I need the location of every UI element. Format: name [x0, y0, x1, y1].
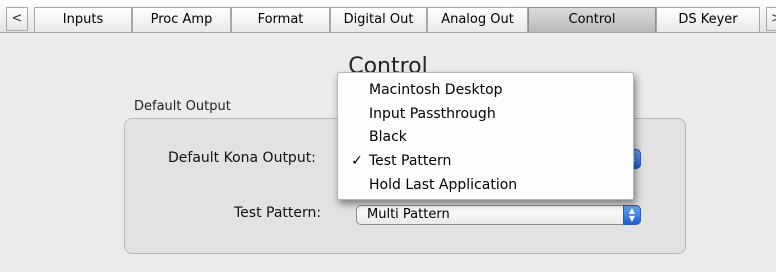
tab-analog-out[interactable]: Analog Out: [427, 7, 528, 32]
menu-item-macintosh-desktop[interactable]: Macintosh Desktop: [338, 78, 633, 102]
menu-item-black[interactable]: Black: [338, 125, 633, 149]
checkmark-icon: ✓: [351, 153, 363, 169]
tab-proc-amp[interactable]: Proc Amp: [132, 7, 231, 32]
updown-arrows-icon: ▲▼: [623, 205, 641, 225]
tab-format[interactable]: Format: [231, 7, 330, 32]
tab-inputs[interactable]: Inputs: [34, 7, 132, 32]
tab-ds-keyer[interactable]: DS Keyer: [656, 7, 760, 32]
tab-scroll-right-button[interactable]: >: [766, 7, 776, 31]
tab-digital-out[interactable]: Digital Out: [330, 7, 427, 32]
menu-item-hold-last-application[interactable]: Hold Last Application: [338, 173, 633, 197]
test-pattern-label: Test Pattern:: [234, 205, 322, 221]
menu-item-label: Black: [369, 129, 407, 145]
menu-item-test-pattern[interactable]: ✓ Test Pattern: [338, 149, 633, 173]
control-panel-window: < Inputs Proc Amp Format Digital Out Ana…: [0, 0, 776, 272]
menu-item-label: Macintosh Desktop: [369, 82, 503, 98]
menu-item-label: Input Passthrough: [369, 106, 496, 122]
test-pattern-popup[interactable]: Multi Pattern ▲ ▼: [356, 205, 641, 225]
default-output-group-label: Default Output: [134, 99, 231, 114]
menu-item-label: Test Pattern: [369, 153, 452, 169]
tab-control[interactable]: Control: [528, 7, 656, 32]
tab-strip: < Inputs Proc Amp Format Digital Out Ana…: [0, 0, 776, 33]
default-kona-output-menu: Macintosh Desktop Input Passthrough Blac…: [337, 72, 634, 200]
menu-item-input-passthrough[interactable]: Input Passthrough: [338, 102, 633, 126]
menu-item-label: Hold Last Application: [369, 177, 518, 193]
tab-scroll-left-button[interactable]: <: [6, 7, 28, 31]
default-kona-output-label: Default Kona Output:: [168, 150, 316, 166]
test-pattern-value: Multi Pattern: [367, 207, 450, 222]
